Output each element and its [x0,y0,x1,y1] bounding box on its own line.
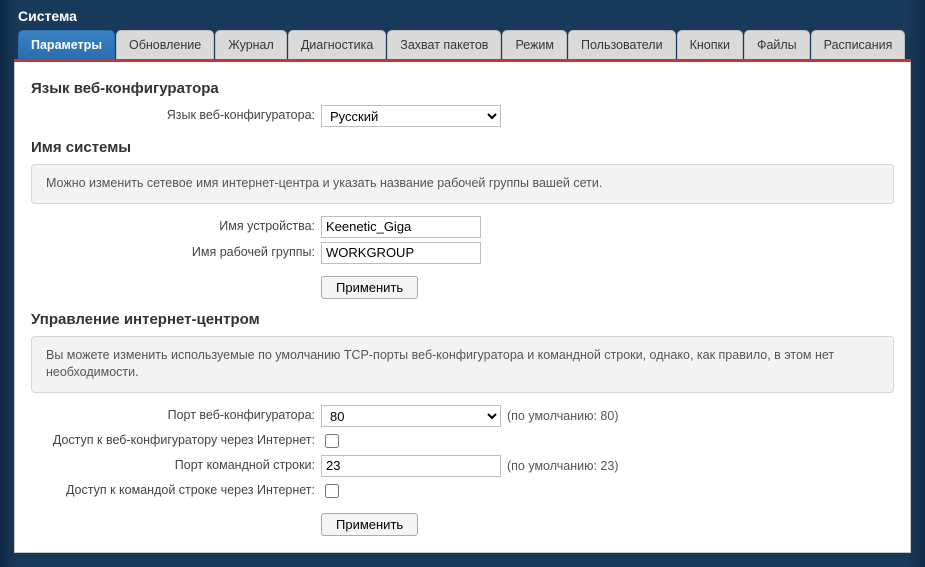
tabbar: Параметры Обновление Журнал Диагностика … [14,30,911,62]
web-remote-label: Доступ к веб-конфигуратору через Интерне… [31,433,321,449]
page-title: Система [14,0,911,30]
cli-port-hint: (по умолчанию: 23) [507,459,619,473]
tab-log[interactable]: Журнал [215,30,287,59]
sysname-apply-button[interactable]: Применить [321,276,418,299]
device-name-input[interactable] [321,216,481,238]
sysname-info: Можно изменить сетевое имя интернет-цент… [31,164,894,204]
mgmt-apply-button[interactable]: Применить [321,513,418,536]
tab-buttons[interactable]: Кнопки [677,30,743,59]
mgmt-info: Вы можете изменить используемые по умолч… [31,336,894,393]
tab-users[interactable]: Пользователи [568,30,676,59]
content-panel: Язык веб-конфигуратора Язык веб-конфигур… [14,62,911,553]
tab-mode[interactable]: Режим [502,30,567,59]
cli-remote-checkbox[interactable] [325,484,339,498]
section-language-title: Язык веб-конфигуратора [31,80,894,97]
tab-files[interactable]: Файлы [744,30,810,59]
web-port-label: Порт веб-конфигуратора: [31,408,321,424]
section-mgmt-title: Управление интернет-центром [31,311,894,328]
device-name-label: Имя устройства: [31,219,321,235]
cli-port-label: Порт командной строки: [31,458,321,474]
tab-capture[interactable]: Захват пакетов [387,30,501,59]
cli-remote-label: Доступ к командой строке через Интернет: [31,483,321,499]
web-port-select[interactable]: 80 [321,405,501,427]
cli-port-input[interactable] [321,455,501,477]
tab-schedules[interactable]: Расписания [811,30,906,59]
workgroup-input[interactable] [321,242,481,264]
language-select[interactable]: Русский [321,105,501,127]
web-port-hint: (по умолчанию: 80) [507,409,619,423]
language-label: Язык веб-конфигуратора: [31,108,321,124]
web-remote-checkbox[interactable] [325,434,339,448]
tab-diag[interactable]: Диагностика [288,30,386,59]
tab-update[interactable]: Обновление [116,30,214,59]
workgroup-label: Имя рабочей группы: [31,245,321,261]
tab-params[interactable]: Параметры [18,30,115,59]
section-sysname-title: Имя системы [31,139,894,156]
